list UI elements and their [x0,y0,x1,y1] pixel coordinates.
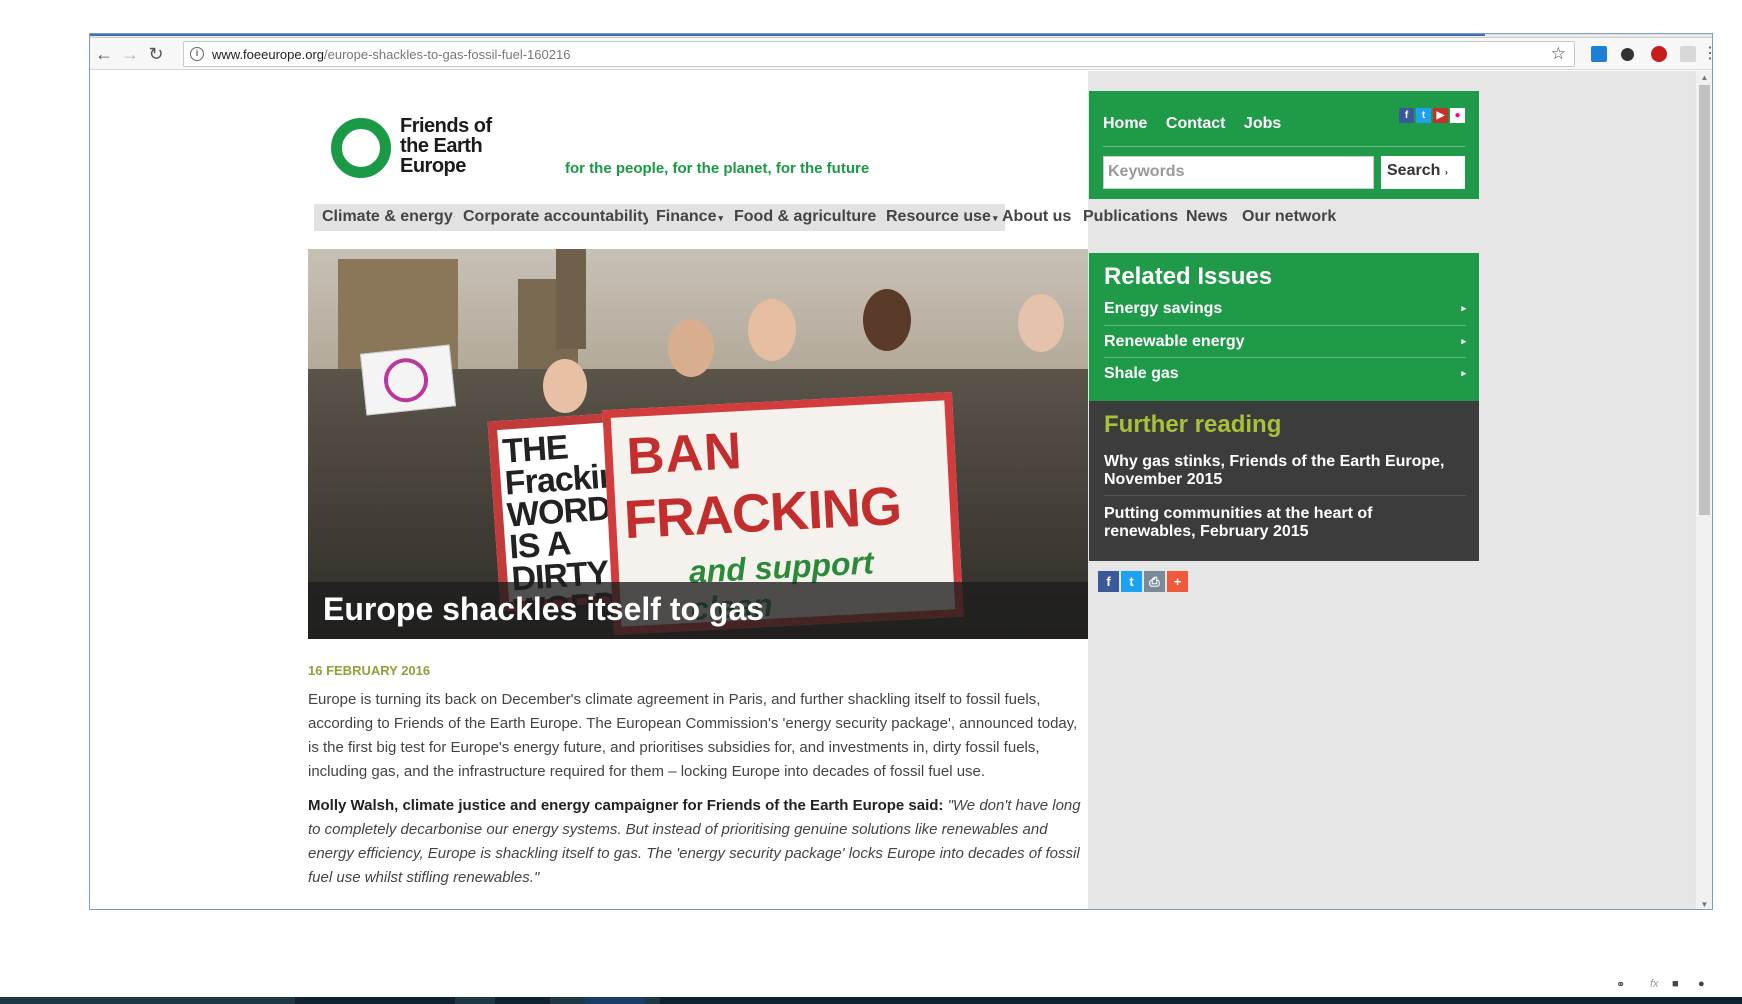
nav-resource-use[interactable]: Resource use ▾ [878,204,1006,231]
reload-icon[interactable]: ↻ [144,42,168,66]
scroll-down-icon[interactable]: ▼ [1696,900,1712,909]
main-navigation: Climate & energy▾ Corporate accountabili… [314,204,1336,235]
logo-text: Friends of the Earth Europe [400,115,492,177]
taskbar [0,997,1742,1004]
screen: ← → ↻ i www.foeeurope.org/europe-shackle… [0,0,1742,1004]
further-reading-box: Further reading Why gas stinks, Friends … [1089,401,1479,561]
further-reading-title: Further reading [1104,411,1282,438]
twitter-icon[interactable]: t [1416,108,1431,123]
rss-icon[interactable] [1680,46,1696,62]
nav-food-agriculture[interactable]: Food & agriculture▾ [726,204,891,231]
chevron-right-icon: ▸ [1461,368,1466,378]
scroll-up-icon[interactable]: ▲ [1696,73,1712,82]
site-tagline: for the people, for the planet, for the … [565,160,870,177]
article-paragraph: Europe is turning its back on December's… [308,691,1078,780]
bookmark-star-icon[interactable]: ☆ [1551,44,1566,64]
forward-arrow-icon[interactable]: → [118,42,142,66]
browser-toolbar: ← → ↻ i www.foeeurope.org/europe-shackle… [90,38,1712,70]
hero-caption: Europe shackles itself to gas [308,582,1088,639]
nav-climate-energy[interactable]: Climate & energy▾ [314,204,468,231]
nav-corporate-accountability[interactable]: Corporate accountability▾ [455,204,667,231]
browser-window: ← → ↻ i www.foeeurope.org/europe-shackle… [89,33,1713,910]
adblock-icon[interactable] [1651,46,1667,62]
hero-image: THE Fracking WORD IS A DIRTY WORD BAN FR… [308,249,1088,639]
add-share-icon[interactable]: + [1167,571,1188,592]
circle-icon[interactable]: ● [1698,978,1705,990]
extension-icon[interactable] [1591,46,1607,62]
further-reading-link[interactable]: Putting communities at the heart of rene… [1104,505,1466,541]
contact-link[interactable]: Contact [1166,115,1226,132]
facebook-icon[interactable]: f [1399,108,1414,123]
home-link[interactable]: Home [1103,115,1147,132]
logo-ring-icon [331,118,391,178]
info-icon[interactable]: i [190,47,204,61]
top-links: Home Contact Jobs [1103,115,1295,133]
menu-dots-icon[interactable]: ⋮ [1698,42,1712,66]
site-logo[interactable]: Friends of the Earth Europe [331,116,511,186]
article-body: 16 FEBRUARY 2016 Europe is turning its b… [308,651,1084,890]
nav-publications[interactable]: Publications [1075,204,1186,231]
header-box: Home Contact Jobs f t ▶ ● Keywords Search › [1089,91,1479,199]
fx-icon[interactable]: fx [1650,978,1659,990]
flickr-icon[interactable]: ● [1450,108,1465,123]
nav-about-us[interactable]: About us [994,204,1079,231]
related-issues-title: Related Issues [1104,263,1273,290]
keywords-input[interactable]: Keywords [1103,156,1374,189]
back-arrow-icon[interactable]: ← [92,42,116,66]
nav-finance[interactable]: Finance ▾ [648,204,731,231]
scroll-thumb[interactable] [1699,85,1710,515]
print-icon[interactable]: ⎙ [1144,571,1165,592]
related-issues-box: Related Issues Energy savings ▸ Renewable… [1089,253,1479,401]
further-reading-link[interactable]: Why gas stinks, Friends of the Earth Eur… [1104,453,1466,489]
article-date: 16 FEBRUARY 2016 [308,663,431,678]
twitter-share-icon[interactable]: t [1121,571,1142,592]
related-shale-gas[interactable]: Shale gas ▸ [1104,357,1466,392]
address-bar[interactable]: i www.foeeurope.org/europe-shackles-to-g… [183,41,1575,67]
nav-our-network[interactable]: Our network [1234,204,1344,231]
search-button[interactable]: Search › [1381,156,1465,189]
article-quote-paragraph: Molly Walsh, climate justice and energy … [308,797,1081,886]
youtube-icon[interactable]: ▶ [1433,108,1448,123]
chevron-right-icon: ▸ [1461,336,1466,346]
share-buttons: f t ⎙ + [1098,571,1190,592]
related-energy-savings[interactable]: Energy savings ▸ [1104,293,1466,328]
jobs-link[interactable]: Jobs [1244,115,1281,132]
related-renewable-energy[interactable]: Renewable energy ▸ [1104,325,1466,360]
chevron-right-icon: ▸ [1461,303,1466,313]
evernote-icon[interactable] [1621,48,1634,61]
protest-sign-small [360,344,456,416]
social-icons: f t ▶ ● [1397,105,1465,123]
page-scrollbar[interactable]: ▲ ▼ [1695,71,1712,909]
facebook-share-icon[interactable]: f [1098,571,1119,592]
link-icon[interactable]: ⚭ [1616,978,1625,991]
nav-news[interactable]: News [1178,204,1236,231]
article-title: Europe shackles itself to gas [323,591,765,627]
window-icon[interactable]: ■ [1672,978,1679,990]
url-text[interactable]: www.foeeurope.org/europe-shackles-to-gas… [212,47,570,62]
page-viewport: Friends of the Earth Europe for the peop… [90,71,1697,909]
